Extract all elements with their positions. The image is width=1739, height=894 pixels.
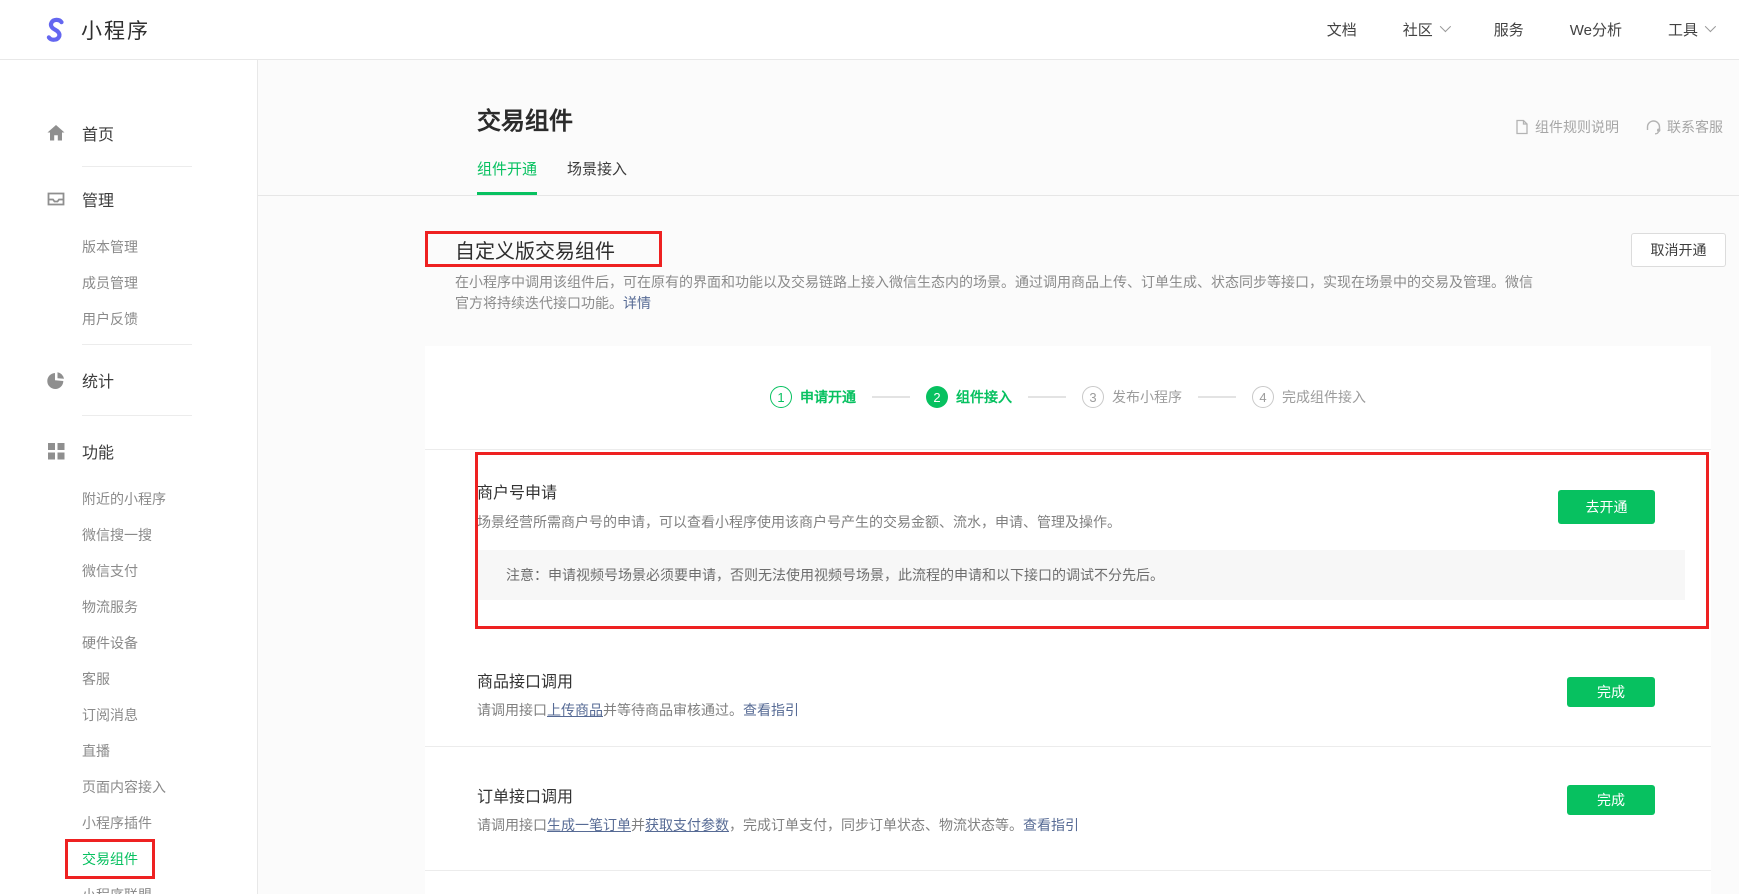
tabs: 组件开通 场景接入 [477, 162, 627, 195]
logo-text: 小程序 [81, 15, 150, 45]
sidebar-item-member-management[interactable]: 成员管理 [0, 265, 257, 301]
contact-support-link[interactable]: 联系客服 [1645, 117, 1723, 137]
nav-docs[interactable]: 文档 [1327, 19, 1357, 40]
step-label: 发布小程序 [1112, 387, 1182, 407]
nav-tools[interactable]: 工具 [1668, 19, 1713, 40]
sidebar-item-miniprogram-plugin[interactable]: 小程序插件 [0, 805, 257, 841]
step-connector [1198, 396, 1236, 398]
sidebar-item-nearby-miniprograms[interactable]: 附近的小程序 [0, 481, 257, 517]
chevron-down-icon [1439, 21, 1450, 32]
sidebar-item-version-management[interactable]: 版本管理 [0, 229, 257, 265]
sidebar-divider [82, 344, 192, 345]
step-label: 组件接入 [956, 387, 1012, 407]
create-order-link[interactable]: 生成一笔订单 [547, 817, 631, 833]
main-content: 交易组件 组件规则说明 联系客服 组件开通 场景接入 [258, 60, 1739, 894]
step-number: 2 [926, 386, 948, 408]
card-desc-order-api: 请调用接口生成一笔订单并获取支付参数，完成订单支付，同步订单状态、物流状态等。查… [477, 815, 1079, 835]
sidebar-submenu-features: 附近的小程序 微信搜一搜 微信支付 物流服务 硬件设备 客服 订阅消息 直播 页… [0, 481, 257, 894]
pie-chart-icon [45, 369, 67, 391]
order-api-done-button[interactable]: 完成 [1567, 785, 1655, 815]
sidebar-item-hardware[interactable]: 硬件设备 [0, 625, 257, 661]
step-component-access: 2 组件接入 [926, 386, 1012, 408]
annotation-red-box: 自定义版交易组件 [425, 231, 662, 267]
get-payment-params-link[interactable]: 获取支付参数 [645, 817, 729, 833]
inbox-icon [45, 188, 67, 210]
sidebar-item-label: 功能 [82, 439, 114, 463]
detail-link[interactable]: 详情 [623, 295, 651, 311]
home-icon [45, 122, 67, 144]
component-rules-link[interactable]: 组件规则说明 [1514, 117, 1619, 137]
nav-we-analytics[interactable]: We分析 [1570, 19, 1622, 40]
card-title-product-api: 商品接口调用 [477, 668, 573, 692]
sidebar-item-features[interactable]: 功能 [0, 439, 257, 463]
step-connector [872, 396, 910, 398]
tab-scene-access[interactable]: 场景接入 [567, 162, 627, 195]
sidebar-item-statistics[interactable]: 统计 [0, 368, 257, 392]
notice-box: 注意：申请视频号场景必须要申请，否则无法使用视频号场景，此流程的申请和以下接口的… [477, 550, 1685, 600]
sidebar-item-miniprogram-alliance[interactable]: 小程序联盟 [0, 877, 257, 894]
sidebar-item-live[interactable]: 直播 [0, 733, 257, 769]
document-icon [1514, 119, 1530, 135]
grid-icon [45, 440, 67, 462]
step-publish: 3 发布小程序 [1082, 386, 1182, 408]
topbar: 小程序 文档 社区 服务 We分析 工具 [0, 0, 1739, 60]
headset-icon [1645, 119, 1662, 135]
step-number: 1 [770, 386, 792, 408]
sidebar-item-label: 管理 [82, 187, 114, 211]
sidebar-divider [82, 415, 192, 416]
card-title-merchant-apply: 商户号申请 [477, 479, 557, 503]
section-title: 自定义版交易组件 [455, 235, 615, 264]
nav-community[interactable]: 社区 [1403, 19, 1448, 40]
sidebar-item-logistics[interactable]: 物流服务 [0, 589, 257, 625]
sidebar-item-wechat-pay[interactable]: 微信支付 [0, 553, 257, 589]
card-desc-product-api: 请调用接口上传商品并等待商品审核通过。查看指引 [477, 700, 799, 720]
step-number: 3 [1082, 386, 1104, 408]
progress-stepper: 1 申请开通 2 组件接入 3 发布小程序 4 完成组件接入 [425, 386, 1711, 408]
sidebar-divider [82, 166, 192, 167]
upload-product-link[interactable]: 上传商品 [547, 702, 603, 718]
card-title-order-api: 订单接口调用 [477, 783, 573, 807]
go-activate-button[interactable]: 去开通 [1558, 490, 1655, 524]
sidebar-item-subscribe-message[interactable]: 订阅消息 [0, 697, 257, 733]
top-navigation: 文档 社区 服务 We分析 工具 [1327, 19, 1713, 40]
annotation-red-box [475, 452, 1709, 629]
header-links: 组件规则说明 联系客服 [1514, 117, 1723, 137]
section-description: 在小程序中调用该组件后，可在原有的界面和功能以及交易链路上接入微信生态内的场景。… [455, 272, 1533, 314]
view-guide-link[interactable]: 查看指引 [743, 702, 799, 718]
sidebar-item-label: 首页 [82, 121, 114, 145]
step-complete: 4 完成组件接入 [1252, 386, 1366, 408]
sidebar-submenu-management: 版本管理 成员管理 用户反馈 [0, 229, 257, 337]
annotation-red-box: 交易组件 [65, 839, 155, 879]
product-api-done-button[interactable]: 完成 [1567, 677, 1655, 707]
page-title: 交易组件 [477, 101, 573, 136]
steps-panel: 1 申请开通 2 组件接入 3 发布小程序 4 完成组件接入 [425, 346, 1711, 894]
sidebar-item-trading-components[interactable]: 交易组件 [0, 841, 257, 877]
sidebar-item-customer-service[interactable]: 客服 [0, 661, 257, 697]
wechat-miniprogram-console: 小程序 文档 社区 服务 We分析 工具 [0, 0, 1739, 894]
step-label: 申请开通 [800, 387, 856, 407]
sidebar-item-label: 统计 [82, 368, 114, 392]
nav-services[interactable]: 服务 [1494, 19, 1524, 40]
tabs-divider [258, 195, 1739, 196]
cancel-activation-button[interactable]: 取消开通 [1631, 233, 1726, 267]
panel-divider [425, 449, 1711, 450]
sidebar-item-user-feedback[interactable]: 用户反馈 [0, 301, 257, 337]
step-label: 完成组件接入 [1282, 387, 1366, 407]
miniprogram-logo[interactable]: 小程序 [40, 15, 150, 45]
chevron-down-icon [1705, 21, 1716, 32]
sidebar-item-page-content-access[interactable]: 页面内容接入 [0, 769, 257, 805]
card-desc-merchant-apply: 场景经营所需商户号的申请，可以查看小程序使用该商户号产生的交易金额、流水，申请、… [477, 512, 1121, 532]
miniprogram-logo-icon [40, 15, 70, 45]
view-guide-link[interactable]: 查看指引 [1023, 817, 1079, 833]
tab-component-activation[interactable]: 组件开通 [477, 162, 537, 195]
sidebar-item-home[interactable]: 首页 [0, 121, 257, 145]
sidebar: 首页 管理 版本管理 成员管理 用户反馈 统计 [0, 60, 258, 894]
step-apply: 1 申请开通 [770, 386, 856, 408]
sidebar-item-management[interactable]: 管理 [0, 187, 257, 211]
panel-divider [425, 870, 1711, 871]
step-connector [1028, 396, 1066, 398]
sidebar-item-wechat-search[interactable]: 微信搜一搜 [0, 517, 257, 553]
step-number: 4 [1252, 386, 1274, 408]
panel-divider [425, 746, 1711, 747]
